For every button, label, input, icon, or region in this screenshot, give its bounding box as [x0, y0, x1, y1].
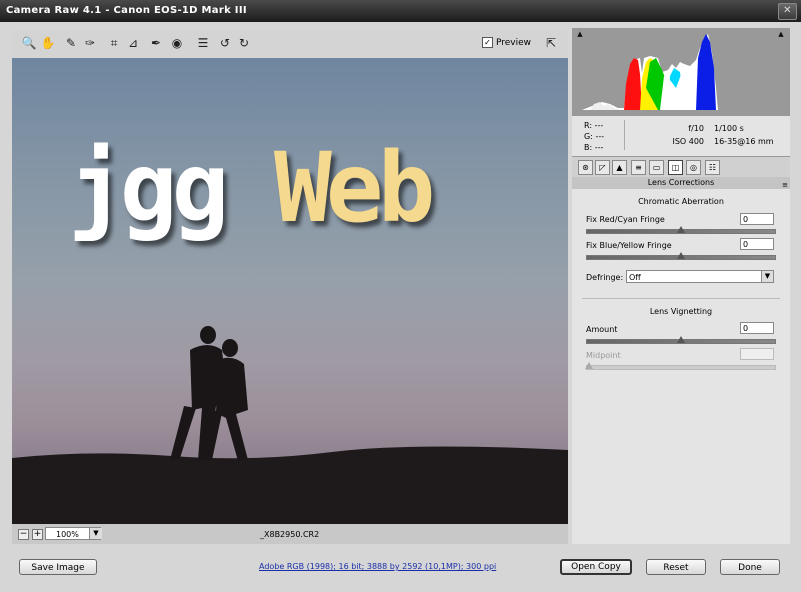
red-cyan-label: Fix Red/Cyan Fringe: [586, 215, 665, 224]
reset-button[interactable]: Reset: [646, 559, 706, 575]
fullscreen-icon[interactable]: ⇱: [542, 34, 560, 52]
image-preview[interactable]: jgg Web: [12, 58, 568, 524]
chevron-down-icon[interactable]: ▼: [89, 528, 102, 539]
red-cyan-slider-thumb[interactable]: [677, 226, 685, 233]
midpoint-input: [740, 348, 774, 360]
blue-yellow-slider-thumb[interactable]: [677, 252, 685, 259]
status-bar: − + 100% ▼ _X8B2950.CR2: [12, 524, 568, 544]
exif-right: 1/100 s 16-35@16 mm: [714, 122, 774, 148]
tab-hsl-icon[interactable]: ≡: [631, 160, 646, 175]
zoom-tool-icon[interactable]: 🔍: [20, 34, 38, 52]
amount-label: Amount: [586, 325, 618, 334]
open-copy-button[interactable]: Open Copy: [560, 559, 632, 575]
lens-corrections-panel: Chromatic Aberration Fix Red/Cyan Fringe…: [572, 189, 790, 544]
hillside-silhouette: [12, 446, 568, 524]
midpoint-slider-thumb: [585, 362, 593, 369]
retouch-tool-icon[interactable]: ✒: [147, 34, 165, 52]
tab-camera-calibration-icon[interactable]: ◎: [686, 160, 701, 175]
bottom-bar: Save Image Adobe RGB (1998); 16 bit; 388…: [0, 550, 801, 592]
chevron-down-icon[interactable]: ▼: [761, 271, 773, 282]
tab-lens-corrections-icon[interactable]: ◫: [668, 160, 683, 175]
red-cyan-slider[interactable]: [586, 226, 776, 234]
defringe-select[interactable]: Off ▼: [626, 270, 774, 283]
lens-vignetting-heading: Lens Vignetting: [649, 307, 713, 316]
done-button[interactable]: Done: [720, 559, 780, 575]
defringe-label: Defringe:: [586, 273, 624, 282]
couple-silhouette: [170, 326, 248, 461]
white-balance-tool-icon[interactable]: ✎: [62, 34, 80, 52]
camera-raw-window: Camera Raw 4.1 - Canon EOS-1D Mark III ✕…: [0, 0, 801, 592]
save-image-button[interactable]: Save Image: [19, 559, 97, 575]
lens: 16-35@16 mm: [714, 137, 774, 146]
tab-tone-curve-icon[interactable]: ◸: [595, 160, 610, 175]
aperture: f/10: [688, 124, 704, 133]
rotate-cw-icon[interactable]: ↻: [235, 34, 253, 52]
preview-label: Preview: [496, 37, 532, 48]
amount-slider[interactable]: [586, 336, 776, 344]
zoom-level-value: 100%: [56, 530, 79, 539]
hand-tool-icon[interactable]: ✋: [39, 34, 57, 52]
chromatic-aberration-heading: Chromatic Aberration: [638, 197, 724, 206]
panel-tabs: ⊛ ◸ ▲ ≡ ▭ ◫ ◎ ☷: [572, 156, 790, 178]
red-cyan-input[interactable]: 0: [740, 213, 774, 225]
shutter-speed: 1/100 s: [714, 124, 744, 133]
panel-header: Lens Corrections ≡: [572, 177, 790, 189]
tab-detail-icon[interactable]: ▲: [612, 160, 627, 175]
g-value: G: ---: [584, 132, 605, 141]
blue-yellow-input[interactable]: 0: [740, 238, 774, 250]
rgb-readout: R: --- G: --- B: ---: [584, 120, 604, 153]
readout-divider: [624, 120, 625, 150]
workflow-options-link[interactable]: Adobe RGB (1998); 16 bit; 3888 by 2592 (…: [259, 562, 496, 571]
preview-checkbox[interactable]: ✓: [482, 37, 493, 48]
blue-yellow-slider[interactable]: [586, 252, 776, 260]
histogram: ▲ ▲: [572, 28, 790, 116]
zoom-out-button[interactable]: −: [18, 529, 29, 540]
zoom-in-button[interactable]: +: [32, 529, 43, 540]
readout-panel: R: --- G: --- B: --- f/10 ISO 400 1/100 …: [572, 116, 790, 156]
title-bar: Camera Raw 4.1 - Canon EOS-1D Mark III ✕: [0, 0, 801, 22]
preferences-tool-icon[interactable]: ☰: [194, 34, 212, 52]
highlight-clipping-warning-icon[interactable]: ▲: [776, 30, 786, 38]
red-eye-tool-icon[interactable]: ◉: [168, 34, 186, 52]
color-sampler-tool-icon[interactable]: ✑: [81, 34, 99, 52]
tab-split-toning-icon[interactable]: ▭: [649, 160, 664, 175]
tab-basic-icon[interactable]: ⊛: [578, 160, 593, 175]
exif-left: f/10 ISO 400: [664, 122, 704, 148]
midpoint-label: Midpoint: [586, 351, 621, 360]
histogram-graph: [582, 34, 718, 110]
b-value: B: ---: [584, 143, 604, 152]
shadow-clipping-warning-icon[interactable]: ▲: [575, 30, 585, 38]
r-value: R: ---: [584, 121, 604, 130]
tab-presets-icon[interactable]: ☷: [705, 160, 720, 175]
photo-silhouettes: [12, 326, 568, 524]
midpoint-slider: [585, 362, 776, 370]
toolbar: 🔍 ✋ ✎ ✑ ⌗ ⊿ ✒ ◉ ☰ ↺ ↻ ✓ Preview ⇱: [12, 30, 568, 58]
crop-tool-icon[interactable]: ⌗: [105, 34, 123, 52]
window-title: Camera Raw 4.1 - Canon EOS-1D Mark III: [6, 5, 247, 16]
close-icon[interactable]: ✕: [778, 3, 797, 20]
preview-toggle[interactable]: ✓ Preview: [482, 37, 531, 48]
straighten-tool-icon[interactable]: ⊿: [124, 34, 142, 52]
iso: ISO 400: [672, 137, 704, 146]
blue-yellow-label: Fix Blue/Yellow Fringe: [586, 241, 672, 250]
panel-title: Lens Corrections: [647, 178, 715, 187]
rotate-ccw-icon[interactable]: ↺: [216, 34, 234, 52]
section-divider: [582, 298, 780, 299]
defringe-value: Off: [629, 273, 641, 282]
file-name: _X8B2950.CR2: [260, 530, 320, 539]
amount-input[interactable]: 0: [740, 322, 774, 334]
amount-slider-thumb[interactable]: [677, 336, 685, 343]
